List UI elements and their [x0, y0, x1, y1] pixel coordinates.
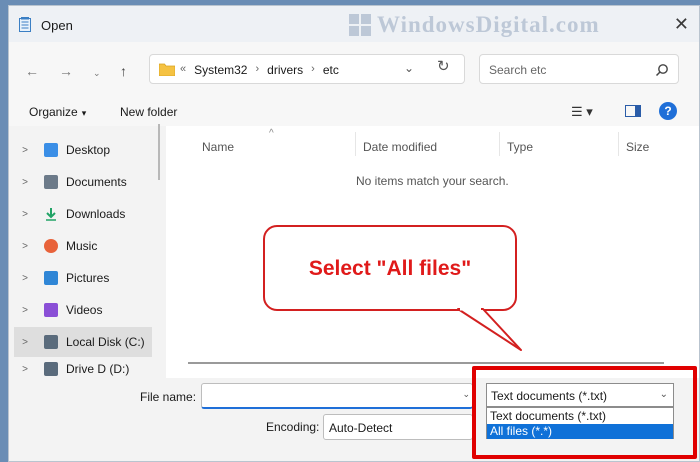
- watermark-text: WindowsDigital.com: [377, 12, 600, 37]
- organize-label: Organize: [29, 105, 78, 119]
- navigation-pane: > Desktop > Documents > Downloads > Musi…: [9, 126, 161, 378]
- chevron-right-icon[interactable]: >: [14, 364, 36, 375]
- videos-icon: [44, 303, 58, 317]
- command-bar: Organize ▾ New folder ☰ ▾ ?: [9, 98, 699, 126]
- address-bar[interactable]: « System32 › drivers › etc ⌄: [149, 54, 465, 84]
- preview-pane-icon[interactable]: [625, 105, 641, 117]
- encoding-label: Encoding:: [266, 420, 320, 434]
- chevron-down-icon: ▾: [81, 108, 87, 118]
- sidebar-item-desktop[interactable]: > Desktop: [14, 135, 152, 165]
- window-title: Open: [41, 18, 73, 33]
- column-divider[interactable]: [618, 132, 619, 156]
- file-type-filter-value: Text documents (*.txt): [491, 389, 608, 403]
- file-type-option-all-files[interactable]: All files (*.*): [487, 424, 673, 439]
- pictures-icon: [44, 271, 58, 285]
- encoding-select[interactable]: Auto-Detect: [323, 414, 473, 440]
- column-header-name[interactable]: Name: [202, 140, 234, 154]
- empty-folder-message: No items match your search.: [356, 174, 509, 188]
- breadcrumb-separator[interactable]: ›: [255, 63, 259, 77]
- sidebar-item-drive-d[interactable]: > Drive D (D:): [14, 359, 152, 379]
- sidebar-scrollbar[interactable]: [158, 124, 160, 180]
- close-button[interactable]: ✕: [674, 14, 689, 35]
- help-button[interactable]: ?: [659, 102, 677, 120]
- sidebar-item-label: Local Disk (C:): [66, 335, 145, 349]
- search-icon: [655, 64, 668, 77]
- address-dropdown-button[interactable]: ⌄: [404, 61, 414, 75]
- sidebar-item-videos[interactable]: > Videos: [14, 295, 152, 325]
- documents-icon: [44, 175, 58, 189]
- file-name-field[interactable]: ⌄: [201, 383, 473, 409]
- folder-icon: [159, 63, 175, 76]
- horizontal-scrollbar[interactable]: [188, 362, 664, 364]
- notepad-icon: [19, 17, 31, 32]
- breadcrumb-etc[interactable]: etc: [323, 63, 339, 77]
- recent-locations-button[interactable]: ⌄: [93, 68, 101, 79]
- sort-ascending-icon: ^: [269, 128, 274, 139]
- column-divider[interactable]: [499, 132, 500, 156]
- music-icon: [44, 239, 58, 253]
- downloads-icon: [46, 208, 56, 221]
- sidebar-item-pictures[interactable]: > Pictures: [14, 263, 152, 293]
- drive-icon: [44, 362, 58, 376]
- sidebar-item-label: Drive D (D:): [66, 362, 130, 376]
- back-button[interactable]: ←: [25, 63, 39, 79]
- forward-button[interactable]: →: [59, 63, 73, 79]
- dialog-footer: File name: ⌄ Encoding: Auto-Detect Text …: [9, 378, 699, 461]
- callout-text: Select "All files": [308, 257, 472, 280]
- sidebar-item-label: Documents: [66, 175, 127, 189]
- column-divider[interactable]: [355, 132, 356, 156]
- watermark: WindowsDigital.com: [349, 8, 600, 42]
- sidebar-item-label: Pictures: [66, 271, 110, 285]
- chevron-right-icon[interactable]: >: [14, 177, 36, 188]
- navigation-bar: ← → ⌄ ↑ « System32 › drivers › etc ⌄ ↻ S…: [9, 42, 699, 98]
- breadcrumb-drivers[interactable]: drivers: [267, 63, 303, 77]
- sidebar-item-documents[interactable]: > Documents: [14, 167, 152, 197]
- new-folder-button[interactable]: New folder: [120, 105, 177, 119]
- column-header-date-modified[interactable]: Date modified: [363, 140, 437, 154]
- sidebar-item-label: Videos: [66, 303, 103, 317]
- breadcrumb: « System32 › drivers › etc: [180, 63, 339, 77]
- chevron-right-icon[interactable]: >: [14, 337, 36, 348]
- search-box[interactable]: Search etc: [479, 54, 679, 84]
- up-button[interactable]: ↑: [120, 63, 127, 79]
- file-type-dropdown-list: Text documents (*.txt) All files (*.*): [486, 407, 674, 439]
- sidebar-item-downloads[interactable]: > Downloads: [14, 199, 152, 229]
- breadcrumb-system32[interactable]: System32: [194, 63, 247, 77]
- file-name-label: File name:: [140, 390, 197, 404]
- desktop-icon: [44, 143, 58, 157]
- chevron-right-icon[interactable]: >: [14, 305, 36, 316]
- chevron-right-icon[interactable]: >: [14, 145, 36, 156]
- column-header-type[interactable]: Type: [507, 140, 533, 154]
- chevron-right-icon[interactable]: >: [14, 241, 36, 252]
- chevron-right-icon[interactable]: >: [14, 209, 36, 220]
- search-placeholder[interactable]: Search etc: [489, 63, 546, 77]
- breadcrumb-separator[interactable]: ›: [311, 63, 315, 77]
- file-type-option-text[interactable]: Text documents (*.txt): [487, 409, 673, 424]
- column-header-size[interactable]: Size: [626, 140, 649, 154]
- drive-icon: [44, 335, 58, 349]
- title-bar: Open WindowsDigital.com ✕: [9, 6, 699, 42]
- sidebar-item-label: Music: [66, 239, 98, 253]
- view-options-button[interactable]: ☰ ▾: [571, 104, 593, 120]
- sidebar-item-label: Desktop: [66, 143, 111, 157]
- file-type-filter-select[interactable]: Text documents (*.txt) ⌄: [486, 383, 674, 407]
- sidebar-item-music[interactable]: > Music: [14, 231, 152, 261]
- chevron-down-icon[interactable]: ⌄: [462, 389, 470, 400]
- instruction-callout: Select "All files": [263, 225, 517, 311]
- chevron-down-icon[interactable]: ⌄: [660, 389, 668, 400]
- chevron-right-icon[interactable]: >: [14, 273, 36, 284]
- sidebar-item-local-disk-c[interactable]: > Local Disk (C:): [14, 327, 152, 357]
- windows-logo-icon: [349, 14, 371, 36]
- breadcrumb-overflow[interactable]: «: [180, 63, 186, 77]
- organize-button[interactable]: Organize ▾: [29, 105, 86, 119]
- sidebar-item-label: Downloads: [66, 207, 126, 221]
- refresh-button[interactable]: ↻: [437, 57, 450, 75]
